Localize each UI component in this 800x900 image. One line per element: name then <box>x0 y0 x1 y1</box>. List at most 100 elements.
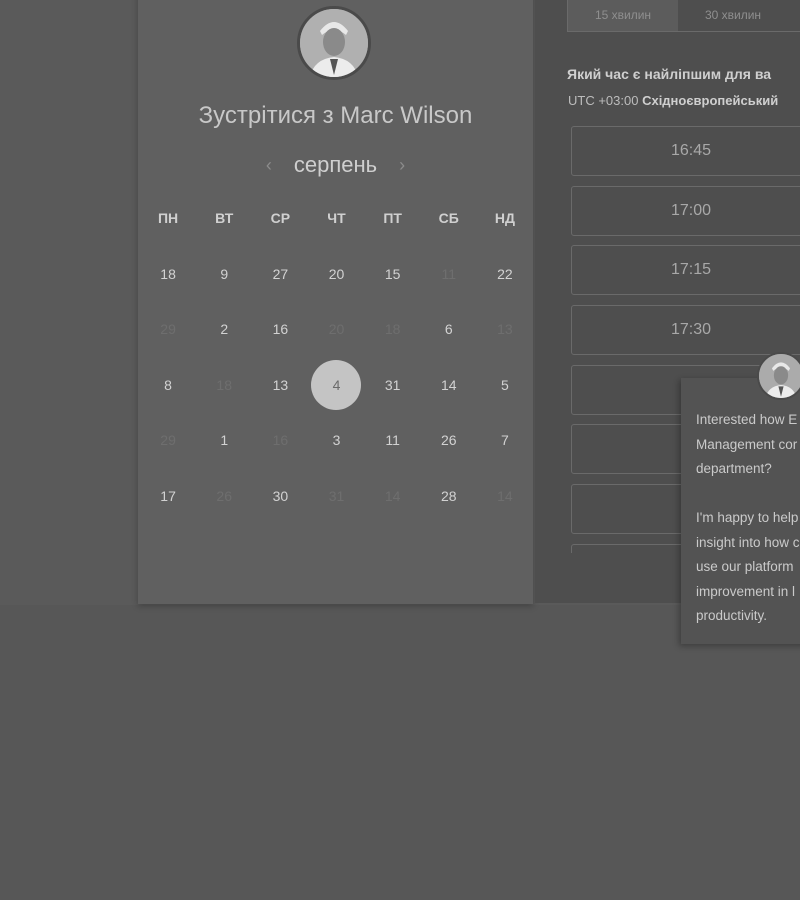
calendar-day[interactable]: 20 <box>308 246 364 302</box>
day-number: 31 <box>384 376 401 393</box>
weekday-label: ВТ <box>215 210 234 226</box>
day-number: 27 <box>272 265 289 282</box>
calendar-day[interactable]: 6 <box>421 302 477 358</box>
calendar-day[interactable]: 8 <box>140 357 196 413</box>
calendar-day[interactable]: 11 <box>365 413 421 469</box>
calendar-day[interactable]: 3 <box>308 413 364 469</box>
calendar-day: 14 <box>477 468 533 524</box>
calendar-day: 18 <box>365 302 421 358</box>
weekday-label: НД <box>494 210 515 226</box>
calendar-day[interactable]: 30 <box>252 468 308 524</box>
weekday-label: ПН <box>157 210 179 226</box>
day-number: 13 <box>497 321 513 338</box>
day-number: 8 <box>164 376 172 393</box>
weekday-label: СБ <box>438 210 459 226</box>
calendar-day[interactable]: 31 <box>365 357 421 413</box>
chat-message: Interested how E Management cor departme… <box>696 412 800 623</box>
weekday-label: СР <box>270 210 291 226</box>
day-number: 26 <box>440 432 457 449</box>
weekday-header: ПН ВТ СР ЧТ ПТ СБ НД <box>140 210 533 226</box>
day-number: 9 <box>220 265 229 282</box>
day-number: 1 <box>220 432 229 449</box>
calendar-day[interactable]: 15 <box>365 246 421 302</box>
day-number: 18 <box>160 265 176 282</box>
calendar-day[interactable]: 2 <box>196 302 252 358</box>
tab-30-minutes[interactable]: 30 хвилин <box>678 0 788 31</box>
calendar-day[interactable]: 26 <box>421 413 477 469</box>
day-number: 6 <box>444 321 453 338</box>
calendar-day: 13 <box>477 302 533 358</box>
chevron-right-icon[interactable]: › <box>399 155 405 176</box>
day-number: 22 <box>497 265 513 282</box>
calendar-day: 26 <box>196 468 252 524</box>
chevron-left-icon[interactable]: ‹ <box>266 155 272 176</box>
timezone-name: Східноєвропейський <box>642 93 779 108</box>
calendar-day: 31 <box>308 468 364 524</box>
day-number: 20 <box>328 321 345 338</box>
timezone-label[interactable]: UTC +03:00 Східноєвропейський <box>568 93 778 108</box>
day-number: 17 <box>160 487 176 504</box>
calendar-day[interactable]: 14 <box>421 357 477 413</box>
weekday-label: ЧТ <box>327 210 346 226</box>
calendar-day[interactable]: 28 <box>421 468 477 524</box>
weekday-label: ПТ <box>383 210 402 226</box>
day-number: 2 <box>220 321 229 338</box>
day-number: 5 <box>501 376 509 393</box>
day-number: 16 <box>272 432 289 449</box>
day-number: 7 <box>501 432 509 449</box>
day-number: 28 <box>440 487 457 504</box>
day-number: 14 <box>497 487 513 504</box>
day-number: 18 <box>216 376 232 393</box>
duration-tabs: 15 хвилин 30 хвилин <box>567 0 800 32</box>
calendar-day: 20 <box>308 302 364 358</box>
day-number: 3 <box>332 432 341 449</box>
calendar-day[interactable]: 16 <box>252 302 308 358</box>
day-number: 26 <box>216 487 232 504</box>
day-number: 13 <box>272 376 289 393</box>
day-number: 29 <box>160 321 176 338</box>
person-photo-icon <box>759 354 800 398</box>
day-number: 11 <box>385 432 400 449</box>
day-number: 16 <box>272 321 289 338</box>
calendar-day: 18 <box>196 357 252 413</box>
tab-15-minutes[interactable]: 15 хвилин <box>568 0 678 31</box>
chat-avatar <box>757 352 800 400</box>
calendar-day-selected[interactable]: 4 <box>308 357 364 413</box>
timezone-offset: UTC +03:00 <box>568 93 639 108</box>
calendar-day-grid: 18 9 27 20 15 11 22 29 2 16 20 18 6 13 8 18 13 4 31 14 5 29 1 1… <box>140 246 533 524</box>
calendar-day: 16 <box>252 413 308 469</box>
calendar-day[interactable]: 27 <box>252 246 308 302</box>
page-title: Зустрітися з Marc Wilson <box>198 102 473 129</box>
day-number: 20 <box>328 265 345 282</box>
calendar-day: 14 <box>365 468 421 524</box>
calendar-day: 11 <box>421 246 477 302</box>
month-navigation: ‹ серпень › <box>138 150 533 180</box>
calendar-day[interactable]: 18 <box>140 246 196 302</box>
calendar-day: 29 <box>140 413 196 469</box>
calendar-day[interactable]: 7 <box>477 413 533 469</box>
calendar-day[interactable]: 13 <box>252 357 308 413</box>
time-question: Який час є найліпшим для ва <box>567 66 772 82</box>
host-avatar <box>297 6 371 80</box>
day-number: 29 <box>160 432 176 449</box>
day-number: 30 <box>272 487 289 504</box>
calendar-day[interactable]: 1 <box>196 413 252 469</box>
time-slot[interactable]: 17:00 <box>571 185 800 236</box>
time-slot[interactable]: 16:45 <box>571 126 800 176</box>
day-number: 14 <box>384 487 401 504</box>
day-number: 11 <box>441 265 457 282</box>
calendar-day: 29 <box>140 302 196 358</box>
day-number: 14 <box>440 376 457 393</box>
time-slot[interactable]: 17:15 <box>571 245 800 296</box>
day-number: 31 <box>328 487 345 504</box>
time-slot[interactable]: 17:30 <box>571 305 800 356</box>
day-number: 15 <box>384 265 401 282</box>
calendar-day[interactable]: 17 <box>140 468 196 524</box>
day-number: 18 <box>384 321 401 338</box>
calendar-day[interactable]: 22 <box>477 246 533 302</box>
month-label: серпень <box>293 152 378 177</box>
calendar-day[interactable]: 5 <box>477 357 533 413</box>
day-number: 4 <box>311 359 362 410</box>
calendar-day[interactable]: 9 <box>196 246 252 302</box>
person-photo-icon <box>300 9 368 77</box>
